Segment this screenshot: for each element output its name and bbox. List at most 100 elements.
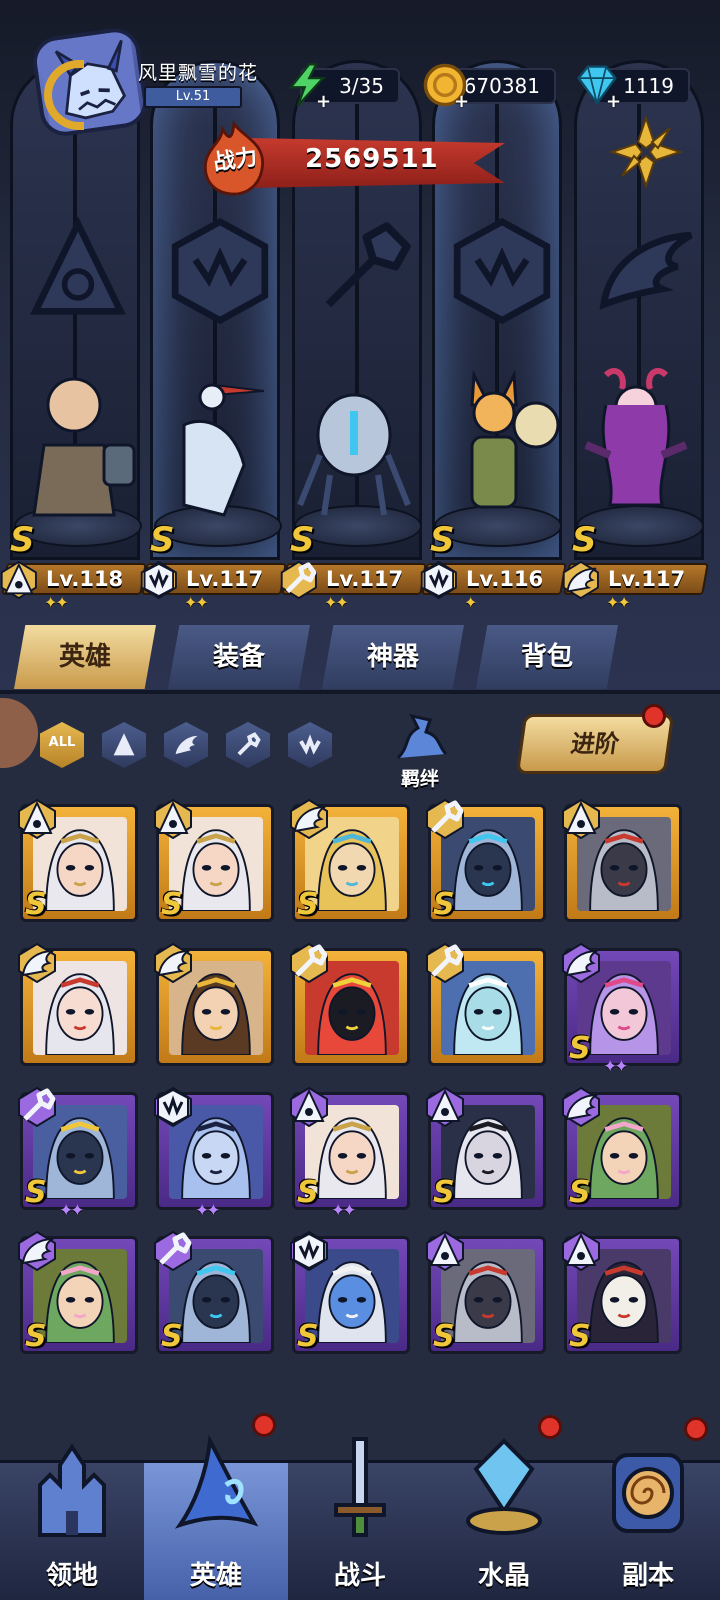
energy-counter[interactable]: + 3/35	[288, 63, 400, 112]
rank-badge: S	[10, 520, 35, 560]
diamond-counter[interactable]: + 1119	[577, 65, 690, 112]
bond-button[interactable]: 羁绊	[370, 706, 470, 796]
hero-card[interactable]: S	[154, 799, 274, 922]
hero-list-panel: ALL 羁绊 进阶 S S S S S ✦✦ S ✦✦ ✦✦ S ✦✦ S S S S S S S	[0, 690, 720, 1480]
filter-beast[interactable]	[288, 722, 332, 768]
class-filter-bar: ALL 羁绊 进阶	[30, 704, 690, 790]
hero-card[interactable]: S	[18, 799, 138, 922]
power-value: 2569511	[305, 144, 439, 174]
hero-figure	[32, 377, 136, 517]
hero-card[interactable]: ✦✦	[154, 1087, 274, 1221]
star-rating: ✦✦	[184, 593, 209, 612]
rank-badge: S	[433, 1319, 455, 1354]
nav-heroes[interactable]: 英雄	[144, 1413, 288, 1600]
hero-card[interactable]	[154, 943, 274, 1066]
hero-card[interactable]: S ✦✦	[562, 943, 682, 1077]
filter-mage[interactable]	[102, 722, 146, 768]
hero-card[interactable]: S ✦✦	[290, 1087, 410, 1221]
filter-mech[interactable]	[226, 722, 270, 768]
filter-wing[interactable]	[164, 722, 208, 768]
hero-card[interactable]: S	[562, 1087, 682, 1210]
hero-figure	[297, 393, 411, 516]
nav-territory[interactable]: 领地	[0, 1443, 144, 1600]
nav-battle[interactable]: 战斗	[288, 1437, 432, 1600]
wing-class-icon	[18, 943, 56, 983]
hero-card[interactable]	[426, 943, 546, 1066]
hero-card[interactable]: S	[154, 1231, 274, 1354]
plus-icon[interactable]: +	[316, 86, 331, 118]
star-rating: ✦✦	[331, 1201, 356, 1221]
bond-label: 羁绊	[400, 768, 439, 790]
crystal-icon	[466, 1438, 542, 1535]
hero-card[interactable]: S	[426, 1231, 546, 1354]
hero-level-badge: Lv.118	[0, 561, 147, 599]
mage-class-emblem	[30, 216, 126, 315]
tab-heroes[interactable]: 英雄	[14, 625, 156, 689]
hero-card[interactable]: S	[18, 1231, 138, 1354]
tab-equipment[interactable]: 装备	[168, 625, 310, 689]
mage-class-icon	[0, 561, 37, 599]
hero-figure	[470, 369, 560, 509]
wrench-icon	[237, 732, 261, 756]
rank-badge: S	[25, 1319, 47, 1354]
hero-card[interactable]	[290, 943, 410, 1066]
tab-artifacts[interactable]: 神器	[322, 625, 464, 689]
team-hero-slot[interactable]: S Lv.117 ✦✦	[562, 355, 709, 615]
wizard-hat-icon	[174, 1435, 259, 1529]
hero-figure	[182, 383, 265, 517]
filter-all[interactable]: ALL	[40, 722, 84, 768]
rank-badge: S	[297, 887, 319, 922]
hero-card[interactable]	[562, 799, 682, 922]
rank-badge: S	[150, 520, 175, 560]
wing-icon	[175, 735, 198, 755]
notification-dot	[252, 1413, 276, 1437]
hero-card[interactable]: S	[426, 799, 546, 922]
hero-level: Lv.118	[46, 567, 124, 591]
energy-value: 3/35	[339, 74, 384, 98]
hero-card[interactable]: S	[290, 1231, 410, 1354]
player-level: Lv.51	[144, 86, 242, 108]
star-rating: ✦	[464, 593, 477, 612]
star-rating: ✦✦	[603, 1057, 628, 1077]
hero-tabs: 英雄 装备 神器 背包	[14, 625, 714, 689]
team-hero-slot[interactable]: S Lv.117 ✦✦	[280, 355, 427, 615]
tab-backpack[interactable]: 背包	[476, 625, 618, 689]
combat-power-banner: 战力 2569511	[195, 120, 505, 200]
star-rating: ✦✦	[324, 593, 349, 612]
beast-class-icon	[154, 1087, 192, 1127]
plus-icon[interactable]: +	[454, 86, 469, 118]
beast-class-icon	[290, 1231, 328, 1271]
nav-label: 水晶	[477, 1561, 530, 1591]
wing-class-icon	[154, 943, 192, 983]
team-hero-slot[interactable]: S Lv.116 ✦	[420, 355, 567, 615]
hero-card[interactable]: S	[426, 1087, 546, 1210]
hero-card[interactable]: S	[290, 799, 410, 922]
player-name: 风里飘雪的花	[138, 62, 259, 84]
advance-label: 进阶	[569, 730, 621, 758]
mage-class-icon	[154, 799, 192, 839]
mech-class-icon	[280, 561, 317, 599]
rank-badge: S	[569, 1319, 591, 1354]
menu-flower-icon[interactable]	[606, 112, 686, 192]
diamond-value: 1119	[623, 74, 674, 98]
hero-card[interactable]: S	[562, 1231, 682, 1354]
mage-class-icon	[290, 1087, 328, 1127]
star-rating: ✦✦	[195, 1201, 220, 1221]
mech-class-icon	[18, 1087, 56, 1127]
nav-dungeon[interactable]: 副本	[576, 1417, 720, 1600]
hero-figure	[584, 368, 688, 507]
hero-card[interactable]	[18, 943, 138, 1066]
mech-class-icon	[290, 943, 328, 983]
rank-badge: S	[290, 520, 315, 560]
coin-value: 670381	[463, 74, 540, 98]
hero-card[interactable]: S ✦✦	[18, 1087, 138, 1221]
mage-class-icon	[426, 1231, 464, 1271]
beast-class-emblem	[171, 217, 269, 325]
star-rating: ✦✦	[606, 593, 631, 612]
star-rating: ✦✦	[44, 593, 69, 612]
team-hero-slot[interactable]: S Lv.117 ✦✦	[140, 355, 287, 615]
team-hero-slot[interactable]: S Lv.118 ✦✦	[0, 355, 147, 615]
nav-crystal[interactable]: 水晶	[432, 1415, 576, 1600]
coin-counter[interactable]: + 670381	[423, 63, 556, 112]
wing-class-icon	[562, 561, 599, 599]
